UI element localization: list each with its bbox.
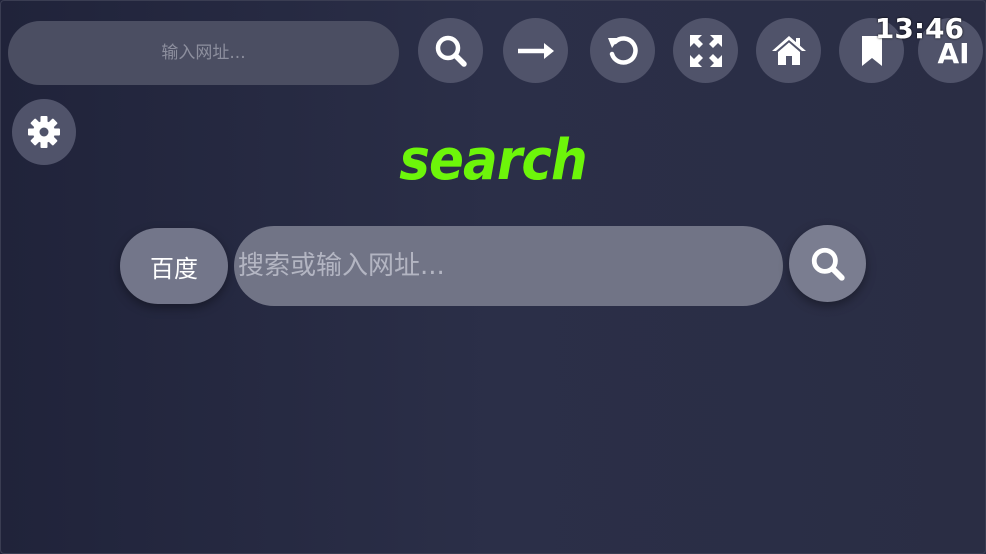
go-button[interactable] [503, 18, 568, 83]
status-clock: 13:46 [874, 12, 964, 45]
url-input[interactable] [8, 21, 399, 85]
search-engine-selector[interactable]: 百度 [120, 228, 228, 304]
main-search-input[interactable] [234, 226, 783, 306]
home-button[interactable] [756, 18, 821, 83]
search-engine-label: 百度 [150, 254, 198, 283]
search-logo: search [399, 128, 587, 193]
search-icon [435, 35, 467, 67]
home-icon [771, 35, 806, 65]
reload-icon [607, 35, 638, 65]
arrow-right-icon [517, 42, 554, 59]
reload-button[interactable] [590, 18, 655, 83]
search-submit-button[interactable] [789, 225, 866, 302]
search-icon [811, 247, 845, 281]
expand-icon [689, 34, 722, 67]
fullscreen-button[interactable] [673, 18, 738, 83]
search-button[interactable] [418, 18, 483, 83]
